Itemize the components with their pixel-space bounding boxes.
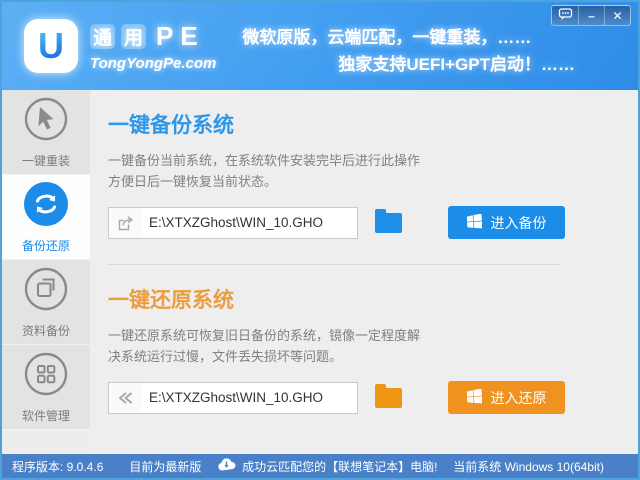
copy-icon (23, 266, 69, 317)
main-content: 一键备份系统 一键备份当前系统，在系统软件安装完毕后进行此操作 方便日后一键恢复… (90, 90, 638, 454)
restore-section-desc: 一键还原系统可恢复旧日备份的系统，镜像一定程度解 决系统运行过慢，文件丢失损坏等… (108, 325, 638, 367)
backup-section-desc: 一键备份当前系统，在系统软件安装完毕后进行此操作 方便日后一键恢复当前状态。 (108, 150, 638, 192)
sync-icon (23, 181, 69, 232)
brand-block: 通 用 PE TongYongPe.com (90, 21, 216, 72)
backup-image-path-input[interactable]: E:\XTXZGhost\WIN_10.GHO (108, 206, 358, 239)
slogan-line-1: 微软原版，云端匹配，一键重装，…… (242, 28, 532, 47)
cloud-match-status: 成功云匹配您的【联想笔记本】电脑! (217, 457, 438, 475)
sidebar: 一键重装 备份还原 资料备份 软件管理 (2, 90, 90, 454)
cloud-match-text: 成功云匹配您的【联想笔记本】电脑! (242, 459, 438, 474)
minimize-button[interactable]: – (578, 6, 604, 25)
app-window: – ✕ U 通 用 PE TongYongPe.com 微软原版，云端匹配，一键… (0, 0, 640, 480)
feedback-button[interactable] (552, 6, 578, 25)
restore-desc-line-2: 决系统运行过慢，文件丢失损坏等问题。 (108, 349, 343, 364)
backup-section: 一键备份系统 一键备份当前系统，在系统软件安装完毕后进行此操作 方便日后一键恢复… (108, 90, 638, 239)
browse-backup-folder-icon[interactable] (375, 208, 402, 233)
restore-image-path-value: E:\XTXZGhost\WIN_10.GHO (149, 390, 324, 405)
restore-image-path-input[interactable]: E:\XTXZGhost\WIN_10.GHO (108, 381, 358, 414)
brand-domain: TongYongPe.com (90, 54, 217, 72)
brand-letters: PE (156, 20, 205, 51)
header-slogan: 微软原版，云端匹配，一键重装，…… 独家支持UEFI+GPT启动！…… (242, 24, 575, 78)
backup-section-title: 一键备份系统 (108, 114, 234, 137)
export-arrow-icon (109, 207, 141, 238)
current-system-text: 当前系统 Windows 10(64bit) (453, 459, 604, 474)
logo-letter: U (38, 25, 64, 66)
update-status-text: 目前为最新版 (129, 459, 202, 474)
close-button[interactable]: ✕ (604, 6, 630, 25)
brand-char-1: 通 (90, 23, 115, 49)
browse-restore-folder-icon[interactable] (375, 383, 402, 408)
sidebar-item-label: 资料备份 (21, 323, 70, 338)
app-logo: U 通 用 PE TongYongPe.com (24, 19, 216, 73)
speech-bubble-icon (558, 7, 573, 24)
sidebar-item-label: 一键重装 (21, 153, 70, 168)
sidebar-item-backup-restore[interactable]: 备份还原 (2, 175, 90, 260)
windows-logo-icon (466, 212, 483, 232)
windows-logo-icon (466, 387, 483, 407)
cursor-icon (23, 96, 69, 147)
status-bar: 程序版本: 9.0.4.6 目前为最新版 成功云匹配您的【联想笔记本】电脑! 当… (2, 454, 638, 478)
backup-desc-line-1: 一键备份当前系统，在系统软件安装完毕后进行此操作 (108, 153, 421, 168)
restore-section-title: 一键还原系统 (108, 289, 234, 312)
enter-restore-button[interactable]: 进入还原 (448, 381, 565, 414)
version-text: 程序版本: 9.0.4.6 (12, 459, 104, 474)
enter-backup-label: 进入备份 (490, 214, 547, 231)
cloud-download-icon (217, 457, 236, 475)
enter-restore-label: 进入还原 (490, 389, 547, 406)
restore-desc-line-1: 一键还原系统可恢复旧日备份的系统，镜像一定程度解 (108, 328, 421, 343)
sidebar-item-label: 备份还原 (21, 238, 70, 253)
sidebar-item-software-manage[interactable]: 软件管理 (2, 345, 90, 430)
titlebar-controls: – ✕ (551, 5, 631, 26)
grid-icon (23, 351, 69, 402)
slogan-line-2: 独家支持UEFI+GPT启动！…… (338, 55, 575, 74)
restore-section: 一键还原系统 一键还原系统可恢复旧日备份的系统，镜像一定程度解 决系统运行过慢，… (108, 265, 638, 414)
logo-u-icon: U (24, 19, 78, 73)
sidebar-item-data-backup[interactable]: 资料备份 (2, 260, 90, 345)
brand-char-2: 用 (121, 23, 146, 49)
enter-backup-button[interactable]: 进入备份 (448, 206, 565, 239)
rewind-arrows-icon (109, 382, 141, 413)
sidebar-item-label: 软件管理 (21, 408, 70, 423)
sidebar-item-reinstall[interactable]: 一键重装 (2, 90, 90, 175)
header: – ✕ U 通 用 PE TongYongPe.com 微软原版，云端匹配，一键… (2, 2, 638, 90)
backup-image-path-value: E:\XTXZGhost\WIN_10.GHO (149, 215, 324, 230)
backup-desc-line-2: 方便日后一键恢复当前状态。 (108, 174, 278, 189)
